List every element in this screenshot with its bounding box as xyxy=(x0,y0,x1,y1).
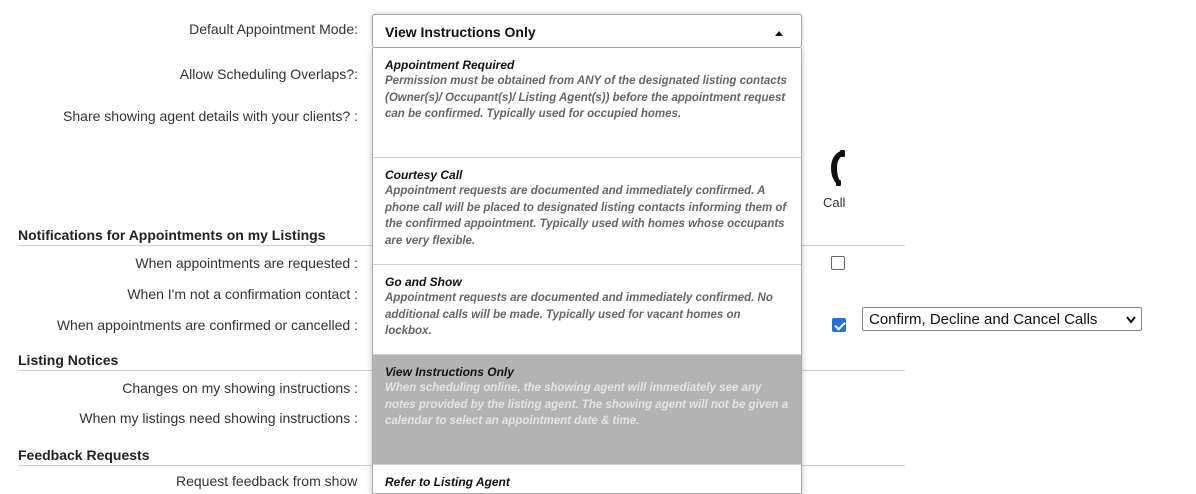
option-title: Refer to Listing Agent xyxy=(385,475,510,489)
section-listing-notices-title: Listing Notices xyxy=(18,352,119,368)
confirmed-cancelled-call-checkbox[interactable] xyxy=(832,318,846,332)
label-not-confirmation-contact: When I'm not a confirmation contact : xyxy=(127,286,358,302)
label-when-requested: When appointments are requested : xyxy=(135,255,358,271)
label-changes-instructions: Changes on my showing instructions : xyxy=(122,380,358,396)
option-courtesy-call[interactable]: Courtesy Call Appointment requests are d… xyxy=(373,158,801,265)
section-notifications-title: Notifications for Appointments on my Lis… xyxy=(18,227,326,243)
label-allow-scheduling-overlaps: Allow Scheduling Overlaps?: xyxy=(179,66,358,82)
option-description: Permission must be obtained from ANY of … xyxy=(385,75,787,120)
option-view-instructions-only[interactable]: View Instructions Only When scheduling o… xyxy=(373,355,801,465)
section-feedback-requests-title: Feedback Requests xyxy=(18,447,150,463)
caret-up-icon xyxy=(775,31,783,36)
requested-call-checkbox[interactable] xyxy=(831,256,845,270)
option-description: When scheduling online, the showing agen… xyxy=(385,382,789,427)
option-title: View Instructions Only xyxy=(385,365,514,379)
appointment-mode-select[interactable]: View Instructions Only xyxy=(372,14,802,48)
option-description: Appointment requests are documented and … xyxy=(385,292,773,337)
calls-select-value: Confirm, Decline and Cancel Calls xyxy=(869,311,1098,328)
appointment-mode-options: Appointment Required Permission must be … xyxy=(372,48,802,494)
option-title: Courtesy Call xyxy=(385,168,463,182)
chevron-down-icon xyxy=(1126,313,1136,330)
label-confirmed-cancelled: When appointments are confirmed or cance… xyxy=(56,317,358,333)
label-share-agent-details: Share showing agent details with your cl… xyxy=(63,108,358,124)
label-default-appointment-mode: Default Appointment Mode: xyxy=(189,21,358,37)
option-go-and-show[interactable]: Go and Show Appointment requests are doc… xyxy=(373,265,801,355)
call-column-label: Call xyxy=(823,195,846,210)
option-refer-to-listing-agent[interactable]: Refer to Listing Agent xyxy=(373,465,801,493)
label-request-feedback: Request feedback from show xyxy=(176,473,358,489)
option-title: Appointment Required xyxy=(385,58,515,72)
phone-icon xyxy=(826,150,848,186)
calls-select[interactable]: Confirm, Decline and Cancel Calls xyxy=(862,307,1142,331)
label-need-instructions: When my listings need showing instructio… xyxy=(79,410,358,426)
appointment-mode-selected-value: View Instructions Only xyxy=(385,24,536,40)
option-title: Go and Show xyxy=(385,275,462,289)
option-description: Appointment requests are documented and … xyxy=(385,185,787,247)
option-appointment-required[interactable]: Appointment Required Permission must be … xyxy=(373,48,801,158)
